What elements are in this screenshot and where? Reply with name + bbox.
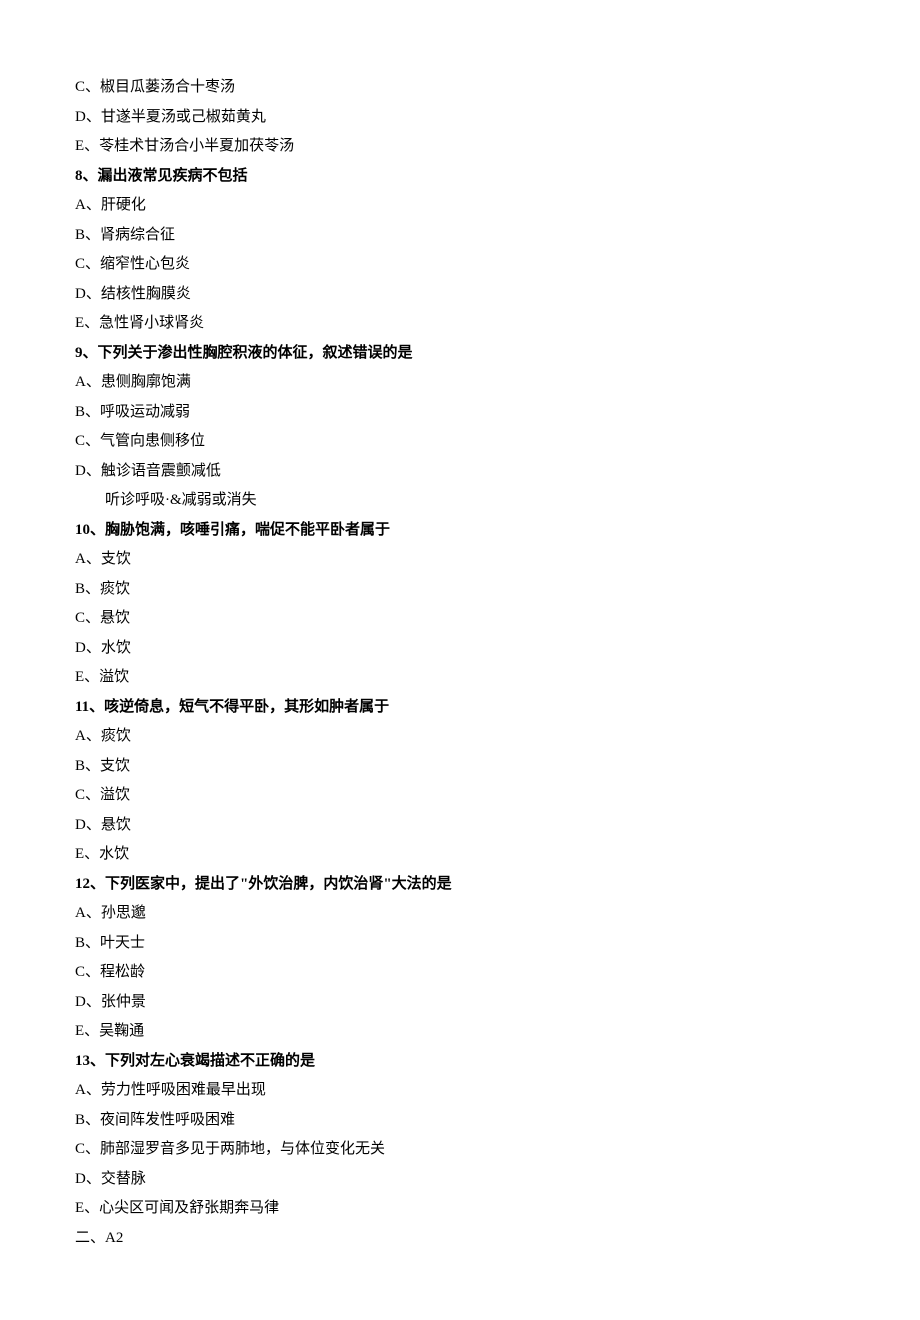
text-line: A、肝硬化 [75,198,845,213]
text-line: B、夜间阵发性呼吸困难 [75,1113,845,1128]
text-line: A、痰饮 [75,729,845,744]
text-line: A、患侧胸廓饱满 [75,375,845,390]
document-page: C、椒目瓜蒌汤合十枣汤 D、甘遂半夏汤或己椒茹黄丸 E、苓桂术甘汤合小半夏加茯苓汤 8… [0,0,920,1320]
text-line: A、孙思邈 [75,906,845,921]
question-stem: 10、胸胁饱满，咳唾引痛，喘促不能平卧者属于 [75,523,845,538]
question-stem: 11、咳逆倚息，短气不得平卧，其形如肿者属于 [75,700,845,715]
text-line: D、触诊语音震颤减低 [75,464,845,479]
text-line: C、气管向患侧移位 [75,434,845,449]
text-line: A、劳力性呼吸困难最早出现 [75,1083,845,1098]
text-line: E、吴鞠通 [75,1024,845,1039]
text-line: E、水饮 [75,847,845,862]
text-line: D、水饮 [75,641,845,656]
text-line: B、叶天士 [75,936,845,951]
text-line: E、溢饮 [75,670,845,685]
text-line: D、交替脉 [75,1172,845,1187]
text-line: B、支饮 [75,759,845,774]
question-stem: 12、下列医家中，提出了"外饮治脾，内饮治肾"大法的是 [75,877,845,892]
text-line: 听诊呼吸·&减弱或消失 [75,493,845,508]
text-line: B、痰饮 [75,582,845,597]
text-line: B、肾病综合征 [75,228,845,243]
question-stem: 13、下列对左心衰竭描述不正确的是 [75,1054,845,1069]
text-line: C、缩窄性心包炎 [75,257,845,272]
text-line: C、溢饮 [75,788,845,803]
text-line: D、结核性胸膜炎 [75,287,845,302]
text-line: C、程松龄 [75,965,845,980]
text-line: C、肺部湿罗音多见于两肺地，与体位变化无关 [75,1142,845,1157]
text-line: 二、A2 [75,1231,845,1246]
text-line: D、悬饮 [75,818,845,833]
text-line: E、苓桂术甘汤合小半夏加茯苓汤 [75,139,845,154]
text-line: B、呼吸运动减弱 [75,405,845,420]
question-stem: 9、下列关于渗出性胸腔积液的体征，叙述错误的是 [75,346,845,361]
text-line: E、急性肾小球肾炎 [75,316,845,331]
text-line: A、支饮 [75,552,845,567]
text-line: D、甘遂半夏汤或己椒茹黄丸 [75,110,845,125]
question-stem: 8、漏出液常见疾病不包括 [75,169,845,184]
text-line: D、张仲景 [75,995,845,1010]
text-line: C、悬饮 [75,611,845,626]
text-line: C、椒目瓜蒌汤合十枣汤 [75,80,845,95]
text-line: E、心尖区可闻及舒张期奔马律 [75,1201,845,1216]
